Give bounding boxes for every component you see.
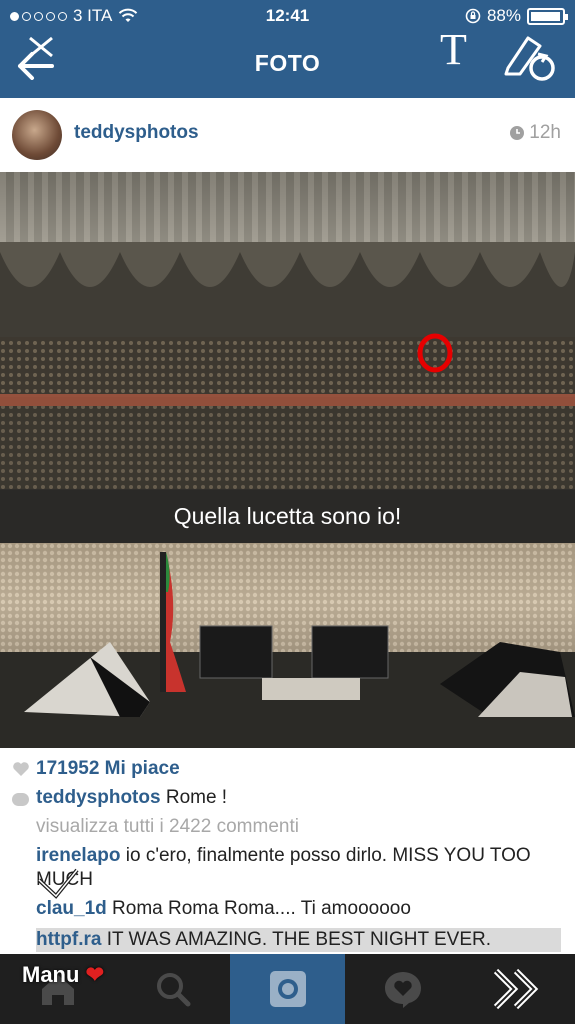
- caption-row: teddysphotos Rome !: [36, 786, 561, 810]
- concert-photo: [0, 172, 575, 748]
- text-tool-icon[interactable]: T: [440, 28, 467, 72]
- camera-icon: [269, 971, 306, 1007]
- tab-bar: Manu ❤: [0, 954, 575, 1024]
- comment-row: httpf.ra IT WAS AMAZING. THE BEST NIGHT …: [36, 928, 561, 952]
- caption-text: Rome !: [165, 787, 228, 808]
- tab-profile[interactable]: [460, 954, 575, 1024]
- post-header: teddysphotos 12h: [0, 98, 575, 172]
- battery-icon: [527, 7, 568, 25]
- heart-emoji-icon: ❤: [85, 962, 105, 987]
- comment-text: IT WAS AMAZING. THE BEST NIGHT EVER.: [106, 929, 492, 950]
- caption-username[interactable]: teddysphotos: [36, 787, 161, 808]
- post-username[interactable]: teddysphotos: [74, 122, 199, 144]
- comment-row: irenelapo io c'ero, finalmente posso dir…: [36, 844, 561, 892]
- post-time: 12h: [509, 122, 561, 144]
- check-overlay-icon: [37, 868, 79, 899]
- activity-icon: [384, 972, 421, 1008]
- draw-tool-icon[interactable]: [502, 32, 558, 82]
- clock-icon: [510, 126, 525, 140]
- overlay-label-text: Manu: [22, 962, 80, 987]
- status-bar: 3 ITA 12:41 88%: [0, 0, 575, 30]
- heart-icon: [13, 762, 29, 776]
- avatar[interactable]: [12, 110, 62, 160]
- top-bar: 3 ITA 12:41 88% FOTO T: [0, 0, 575, 98]
- overlay-label: Manu ❤: [22, 962, 104, 988]
- page-title: FOTO: [254, 50, 321, 76]
- tab-activity[interactable]: [345, 954, 460, 1024]
- post-photo[interactable]: Quella lucetta sono io!: [0, 172, 575, 748]
- time-ago-label: 12h: [529, 122, 561, 143]
- photo-caption-overlay: Quella lucetta sono io!: [0, 489, 575, 543]
- battery-percent: 88%: [486, 6, 521, 25]
- comment-username[interactable]: httpf.ra: [36, 929, 101, 950]
- comment-text: Roma Roma Roma.... Ti amoooooo: [112, 898, 411, 919]
- rotation-lock-icon: [465, 8, 481, 24]
- chevron-icon: [493, 968, 538, 1010]
- view-all-comments-link[interactable]: visualizza tutti i 2422 commenti: [36, 816, 299, 838]
- tab-search[interactable]: [115, 954, 230, 1024]
- search-icon: [156, 973, 190, 1007]
- status-right: 88%: [465, 6, 568, 26]
- comment-row: clau_1d Roma Roma Roma.... Ti amoooooo: [36, 897, 561, 921]
- comment-username[interactable]: irenelapo: [36, 845, 120, 866]
- comment-username[interactable]: clau_1d: [36, 898, 107, 919]
- likes-count: 171952 Mi piace: [36, 758, 180, 779]
- comment-icon: [12, 793, 29, 806]
- tab-camera[interactable]: [230, 954, 345, 1024]
- likes-row[interactable]: 171952 Mi piace: [12, 758, 180, 780]
